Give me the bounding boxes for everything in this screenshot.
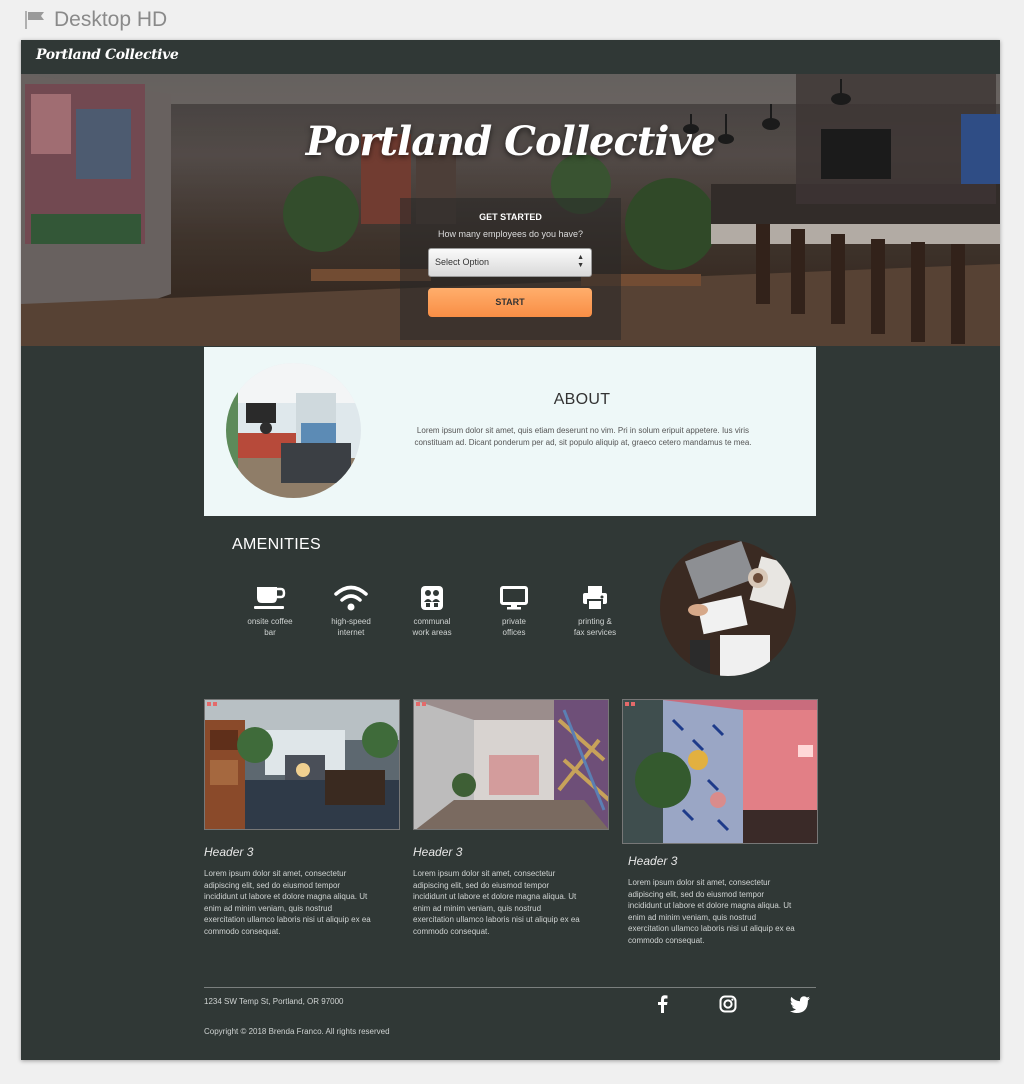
amenity-label-line1: communal: [413, 617, 451, 626]
employee-count-select[interactable]: Select Option ▲ ▼: [428, 248, 592, 277]
card-title: Header 3: [204, 845, 254, 859]
instagram-icon: [719, 995, 737, 1013]
instagram-link[interactable]: [716, 992, 740, 1016]
card-text: Lorem ipsum dolor sit amet, consectetur …: [413, 869, 580, 936]
coffee-cup-icon: [254, 587, 286, 609]
amenity-communal: communal work areas: [394, 584, 470, 638]
amenity-offices: private offices: [476, 584, 552, 638]
amenity-label-line1: onsite coffee: [247, 617, 293, 626]
flag-icon: [25, 11, 44, 29]
brand-logo[interactable]: Portland Collective: [36, 47, 179, 63]
people-group-icon: [421, 586, 443, 610]
hero-section: Portland Collective GET STARTED How many…: [21, 74, 1000, 346]
amenity-label-line2: internet: [337, 628, 365, 637]
monitor-icon: [500, 586, 528, 610]
twitter-icon: [790, 995, 810, 1013]
footer-divider: [204, 987, 816, 988]
printer-icon: [583, 586, 607, 611]
artboard-name: Desktop HD: [54, 8, 168, 31]
amenity-label-line2: offices: [502, 628, 526, 637]
get-started-form: GET STARTED How many employees do you ha…: [400, 198, 621, 340]
form-question: How many employees do you have?: [437, 229, 584, 239]
feature-card-3: Header 3 Lorem ipsum dolor sit amet, con…: [622, 699, 818, 945]
about-title: ABOUT: [553, 391, 611, 408]
twitter-link[interactable]: [788, 992, 812, 1016]
hero-title: Portland Collective: [305, 118, 716, 165]
amenity-label-line1: printing &: [578, 617, 612, 626]
card-title: Header 3: [413, 845, 463, 859]
card-text: Lorem ipsum dolor sit amet, consectetur …: [204, 869, 371, 936]
card-image: [413, 699, 609, 830]
amenity-wifi: high-speed internet: [313, 584, 389, 638]
amenity-label-line1: high-speed: [331, 617, 371, 626]
about-section: ABOUT Lorem ipsum dolor sit amet, quis e…: [204, 347, 816, 516]
about-photo: [226, 363, 361, 498]
facebook-icon: [658, 995, 668, 1013]
top-navbar: Portland Collective: [21, 40, 1000, 74]
card-title: Header 3: [628, 854, 678, 868]
amenity-coffee: onsite coffee bar: [232, 584, 308, 638]
feature-card-2: Header 3 Lorem ipsum dolor sit amet, con…: [413, 699, 609, 936]
wifi-icon: [334, 585, 368, 611]
select-value: Select Option: [435, 257, 490, 267]
amenity-label-line1: private: [501, 617, 526, 626]
about-text: Lorem ipsum dolor sit amet, quis etiam d…: [414, 426, 752, 447]
start-button[interactable]: START: [428, 288, 592, 317]
select-arrows-icon: ▲ ▼: [577, 254, 584, 269]
card-image: [204, 699, 400, 830]
card-image: [622, 699, 818, 844]
amenity-label-line2: bar: [264, 628, 276, 637]
desktop-artboard: Portland Collective Portland Collective …: [21, 40, 1000, 1060]
footer-address: 1234 SW Temp St, Portland, OR 97000: [204, 997, 344, 1006]
amenity-label-line2: work areas: [412, 628, 452, 637]
facebook-link[interactable]: [650, 992, 674, 1016]
amenity-label-line2: fax services: [573, 628, 617, 637]
artboard-label[interactable]: Desktop HD: [24, 8, 167, 32]
form-heading: GET STARTED: [479, 212, 542, 222]
card-text: Lorem ipsum dolor sit amet, consectetur …: [628, 878, 795, 945]
amenities-title: AMENITIES: [232, 536, 321, 553]
footer-copyright: Copyright © 2018 Brenda Franco. All righ…: [204, 1027, 390, 1036]
amenity-printing: printing & fax services: [557, 584, 633, 638]
amenities-photo: [660, 540, 796, 676]
feature-card-1: Header 3 Lorem ipsum dolor sit amet, con…: [204, 699, 400, 936]
